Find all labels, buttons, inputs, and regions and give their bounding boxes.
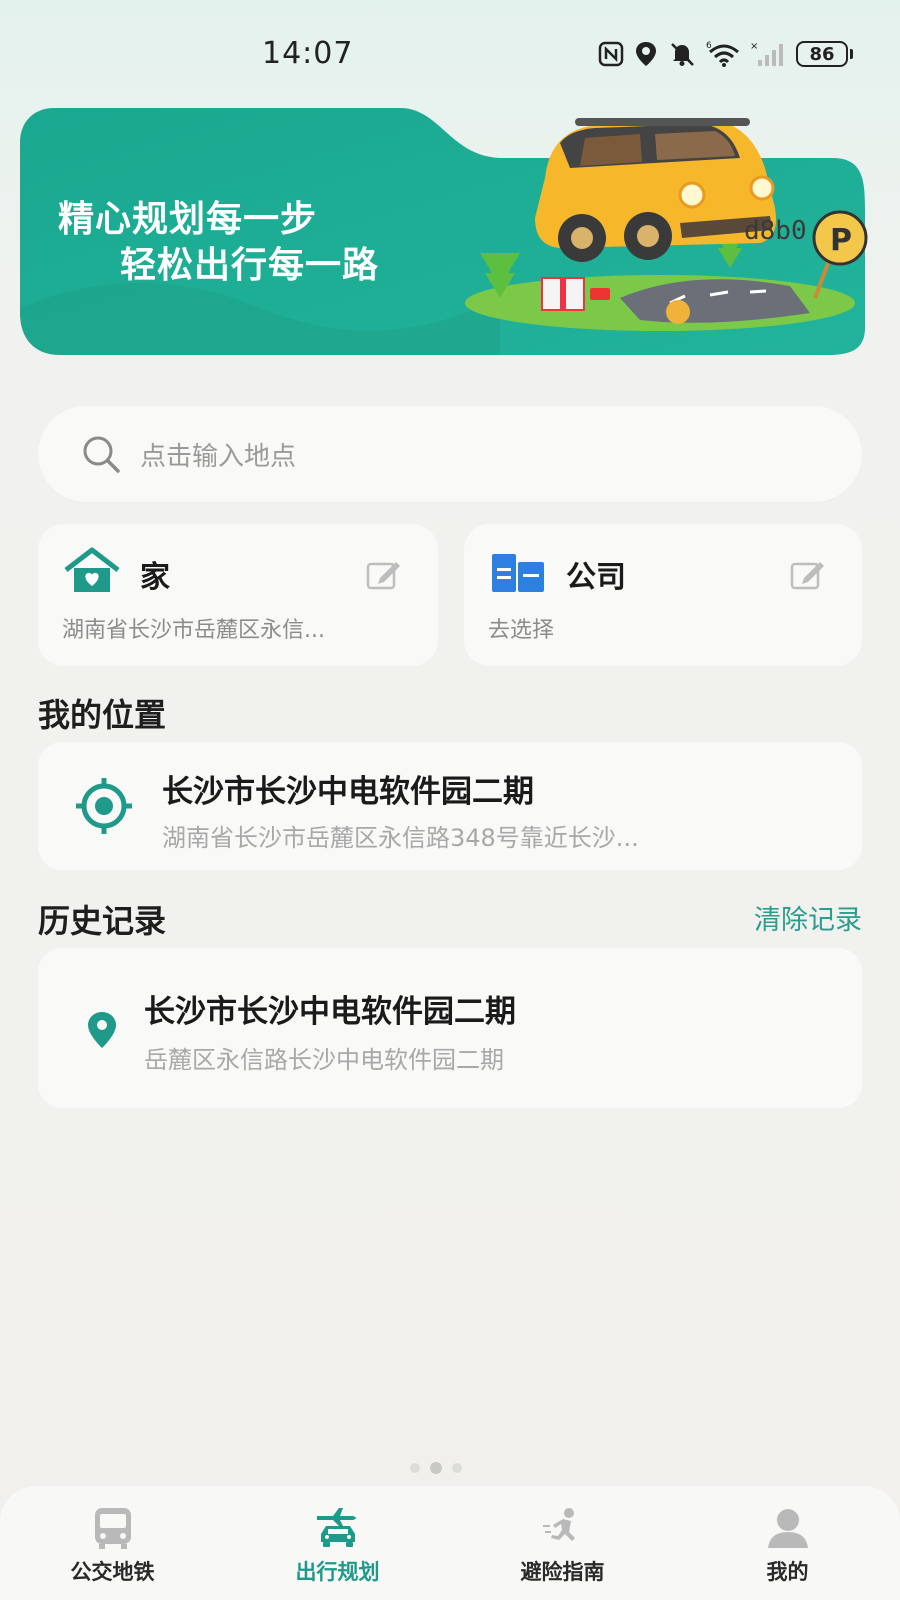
car-plane-icon: [316, 1508, 356, 1547]
status-icons: 6 × 86: [598, 40, 853, 68]
edit-icon[interactable]: [790, 558, 826, 590]
battery-icon: 86: [796, 41, 853, 67]
target-location-icon: [76, 778, 132, 834]
nav-label-profile: 我的: [766, 1560, 809, 1584]
my-location-card[interactable]: 长沙市长沙中电软件园二期 湖南省长沙市岳麓区永信路348号靠近长沙...: [38, 742, 862, 870]
page-indicator: [410, 1462, 462, 1474]
promo-banner[interactable]: 精心规划每一步 轻松出行每一路 P d8b0: [20, 108, 882, 363]
page-dot: [452, 1463, 462, 1473]
car-illustration: P: [465, 118, 868, 331]
nav-label-bus-metro: 公交地铁: [70, 1560, 155, 1584]
bottom-navigation: 公交地铁 出行规划 避险指南 我的: [0, 1486, 900, 1600]
banner-headline-2: 轻松出行每一路: [120, 245, 380, 286]
mute-icon: [671, 43, 694, 66]
running-person-icon: [542, 1508, 575, 1541]
home-address: 湖南省长沙市岳麓区永信...: [62, 618, 325, 643]
history-item-title: 长沙市长沙中电软件园二期: [144, 994, 516, 1030]
location-icon: [636, 42, 656, 66]
profile-icon: [767, 1509, 808, 1548]
wifi-icon: 6: [706, 41, 739, 67]
history-item-address: 岳麓区永信路长沙中电软件园二期: [144, 1046, 504, 1074]
nav-label-safety-guide: 避险指南: [520, 1560, 605, 1584]
bus-icon: [94, 1508, 131, 1549]
svg-text:P: P: [830, 223, 852, 258]
search-placeholder: 点击输入地点: [140, 441, 297, 472]
company-select-prompt: 去选择: [488, 618, 555, 643]
building-icon: [492, 554, 544, 592]
home-shortcut-card[interactable]: 家 湖南省长沙市岳麓区永信...: [38, 524, 438, 666]
banner-overlay-code: d8b0: [744, 216, 807, 246]
nav-item-trip-planning[interactable]: 出行规划: [225, 1486, 450, 1600]
battery-level: 86: [796, 41, 848, 67]
search-icon: [83, 436, 120, 473]
nav-item-profile[interactable]: 我的: [675, 1486, 900, 1600]
svg-text:×: ×: [750, 41, 758, 52]
my-location-heading: 我的位置: [38, 696, 167, 734]
status-bar: 14:07 6 × 86: [0, 0, 900, 100]
history-item[interactable]: 长沙市长沙中电软件园二期 岳麓区永信路长沙中电软件园二期: [38, 948, 862, 1108]
my-location-title: 长沙市长沙中电软件园二期: [162, 774, 534, 810]
my-location-address: 湖南省长沙市岳麓区永信路348号靠近长沙...: [162, 824, 639, 852]
history-heading: 历史记录: [38, 902, 167, 940]
map-pin-icon: [88, 1012, 116, 1048]
nav-label-trip-planning: 出行规划: [295, 1560, 380, 1584]
status-time: 14:07: [262, 36, 354, 71]
nfc-icon: [598, 41, 624, 67]
banner-headline-1: 精心规划每一步: [58, 199, 318, 240]
page-dot-active: [430, 1462, 442, 1474]
home-icon: [64, 547, 120, 592]
clear-history-button[interactable]: 清除记录: [754, 898, 862, 937]
nav-item-safety-guide[interactable]: 避险指南: [450, 1486, 675, 1600]
home-title: 家: [140, 560, 170, 595]
company-shortcut-card[interactable]: 公司 去选择: [464, 524, 862, 666]
company-title: 公司: [566, 560, 626, 595]
page-dot: [410, 1463, 420, 1473]
nav-item-bus-metro[interactable]: 公交地铁: [0, 1486, 225, 1600]
signal-icon: ×: [750, 41, 783, 66]
search-input[interactable]: 点击输入地点: [38, 406, 862, 502]
edit-icon[interactable]: [366, 558, 402, 590]
